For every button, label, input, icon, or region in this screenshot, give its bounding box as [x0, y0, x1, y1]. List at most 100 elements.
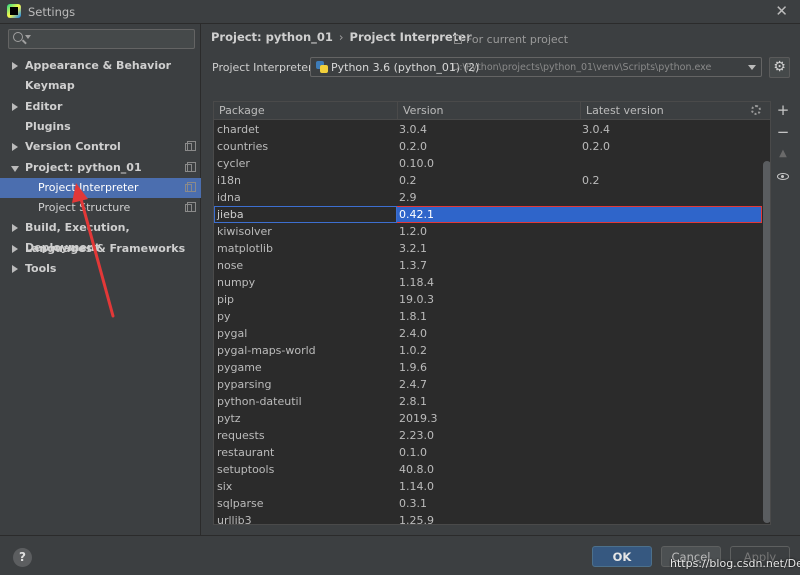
- package-version: 1.0.2: [399, 344, 427, 357]
- close-icon[interactable]: ✕: [775, 2, 788, 20]
- package-version: 2019.3: [399, 412, 438, 425]
- table-row[interactable]: chardet 3.0.4 3.0.4: [214, 121, 762, 138]
- interpreter-dropdown[interactable]: Python 3.6 (python_01) (2) D:\Python\pro…: [310, 57, 762, 77]
- column-header-package[interactable]: Package: [219, 104, 265, 117]
- table-row[interactable]: matplotlib 3.2.1: [214, 240, 762, 257]
- sidebar-item-plugins[interactable]: Plugins: [0, 117, 201, 137]
- table-row[interactable]: pyparsing 2.4.7: [214, 376, 762, 393]
- chevron-right-icon[interactable]: [12, 224, 18, 232]
- chevron-down-icon[interactable]: [11, 166, 19, 172]
- sidebar-item-appearance-behavior[interactable]: Appearance & Behavior: [0, 56, 201, 76]
- search-icon: [13, 32, 23, 42]
- package-version: 1.3.7: [399, 259, 427, 272]
- package-version: 0.1.0: [399, 446, 427, 459]
- table-row[interactable]: urllib3 1.25.9: [214, 512, 762, 524]
- package-version: 2.23.0: [399, 429, 434, 442]
- package-name: matplotlib: [217, 242, 273, 255]
- package-version: 0.2: [399, 174, 417, 187]
- sidebar-item-editor[interactable]: Editor: [0, 97, 201, 117]
- show-early-releases-button[interactable]: [775, 168, 791, 184]
- column-header-version[interactable]: Version: [403, 104, 443, 117]
- settings-search-input[interactable]: [8, 29, 195, 49]
- package-version: 19.0.3: [399, 293, 434, 306]
- table-row[interactable]: python-dateutil 2.8.1: [214, 393, 762, 410]
- table-row[interactable]: pytz 2019.3: [214, 410, 762, 427]
- chevron-right-icon[interactable]: [12, 265, 18, 273]
- table-row[interactable]: countries 0.2.0 0.2.0: [214, 138, 762, 155]
- chevron-right-icon[interactable]: [12, 143, 18, 151]
- sidebar-item-project-structure[interactable]: Project Structure: [0, 198, 201, 218]
- table-row[interactable]: six 1.14.0: [214, 478, 762, 495]
- package-name: nose: [217, 259, 244, 272]
- sidebar-item-label: Project Interpreter: [38, 181, 139, 194]
- column-header-latest-version[interactable]: Latest version: [586, 104, 664, 117]
- table-row[interactable]: setuptools 40.8.0: [214, 461, 762, 478]
- package-name-cell-editor[interactable]: jieba: [214, 206, 397, 223]
- table-row[interactable]: pip 19.0.3: [214, 291, 762, 308]
- table-row[interactable]: i18n 0.2 0.2: [214, 172, 762, 189]
- table-row[interactable]: jieba 0.42.1: [214, 206, 762, 223]
- package-name: pytz: [217, 412, 241, 425]
- sidebar-item-keymap[interactable]: Keymap: [0, 76, 201, 96]
- package-name: pip: [217, 293, 235, 306]
- package-name: pygame: [217, 361, 262, 374]
- breadcrumb-separator: ›: [338, 30, 344, 44]
- table-row[interactable]: pygame 1.9.6: [214, 359, 762, 376]
- ok-button[interactable]: OK: [592, 546, 652, 567]
- sidebar-item-tools[interactable]: Tools: [0, 259, 201, 279]
- chevron-down-icon[interactable]: [748, 65, 756, 70]
- table-row[interactable]: cycler 0.10.0: [214, 155, 762, 172]
- sidebar-item-languages-frameworks[interactable]: Languages & Frameworks: [0, 239, 201, 259]
- upgrade-package-button[interactable]: ▲: [775, 146, 791, 162]
- sidebar-item-project-interpreter[interactable]: Project Interpreter: [0, 178, 201, 198]
- sidebar-item-version-control[interactable]: Version Control: [0, 137, 201, 157]
- breadcrumb-project: Project: python_01: [211, 30, 333, 44]
- gear-icon: ⚙: [773, 59, 786, 75]
- add-package-button[interactable]: +: [775, 102, 791, 118]
- help-button[interactable]: ?: [13, 548, 32, 567]
- package-version: 1.9.6: [399, 361, 427, 374]
- package-name: numpy: [217, 276, 256, 289]
- table-row[interactable]: kiwisolver 1.2.0: [214, 223, 762, 240]
- package-version: 0.3.1: [399, 497, 427, 510]
- scrollbar-thumb[interactable]: [763, 161, 770, 523]
- package-latest-version: 3.0.4: [582, 123, 610, 136]
- table-scrollbar[interactable]: [762, 121, 770, 524]
- table-row[interactable]: py 1.8.1: [214, 308, 762, 325]
- table-row[interactable]: requests 2.23.0: [214, 427, 762, 444]
- sidebar-item-label: Plugins: [25, 120, 71, 133]
- interpreter-settings-button[interactable]: ⚙: [769, 57, 790, 78]
- chevron-right-icon[interactable]: [12, 103, 18, 111]
- package-version: 2.4.7: [399, 378, 427, 391]
- table-row[interactable]: nose 1.3.7: [214, 257, 762, 274]
- package-name: pygal-maps-world: [217, 344, 316, 357]
- package-version: 0.10.0: [399, 157, 434, 170]
- package-name: sqlparse: [217, 497, 264, 510]
- package-name: i18n: [217, 174, 242, 187]
- pycharm-icon: [7, 4, 21, 18]
- chevron-right-icon[interactable]: [12, 62, 18, 70]
- for-current-project-label: For current project: [466, 33, 569, 46]
- package-version: 2.4.0: [399, 327, 427, 340]
- table-row[interactable]: restaurant 0.1.0: [214, 444, 762, 461]
- chevron-down-icon[interactable]: [25, 35, 31, 39]
- package-name: setuptools: [217, 463, 275, 476]
- watermark: https://blog.csdn.net/Desiy: [670, 557, 800, 570]
- sidebar-item-build-execution-deployment[interactable]: Build, Execution, Deployment: [0, 218, 201, 254]
- table-row[interactable]: pygal 2.4.0: [214, 325, 762, 342]
- sidebar-item-project-python-01[interactable]: Project: python_01: [0, 158, 201, 178]
- for-current-project-note: For current project: [454, 33, 568, 46]
- sidebar-item-label: Languages & Frameworks: [25, 242, 186, 255]
- loading-spinner-icon: [751, 105, 761, 115]
- remove-package-button[interactable]: −: [775, 124, 791, 140]
- copy-icon: [185, 202, 196, 212]
- package-version: 3.0.4: [399, 123, 427, 136]
- package-version: 0.42.1: [399, 208, 434, 221]
- table-row[interactable]: pygal-maps-world 1.0.2: [214, 342, 762, 359]
- chevron-right-icon[interactable]: [12, 245, 18, 253]
- package-name: requests: [217, 429, 265, 442]
- table-row[interactable]: sqlparse 0.3.1: [214, 495, 762, 512]
- table-row[interactable]: idna 2.9: [214, 189, 762, 206]
- table-row[interactable]: numpy 1.18.4: [214, 274, 762, 291]
- package-name: chardet: [217, 123, 260, 136]
